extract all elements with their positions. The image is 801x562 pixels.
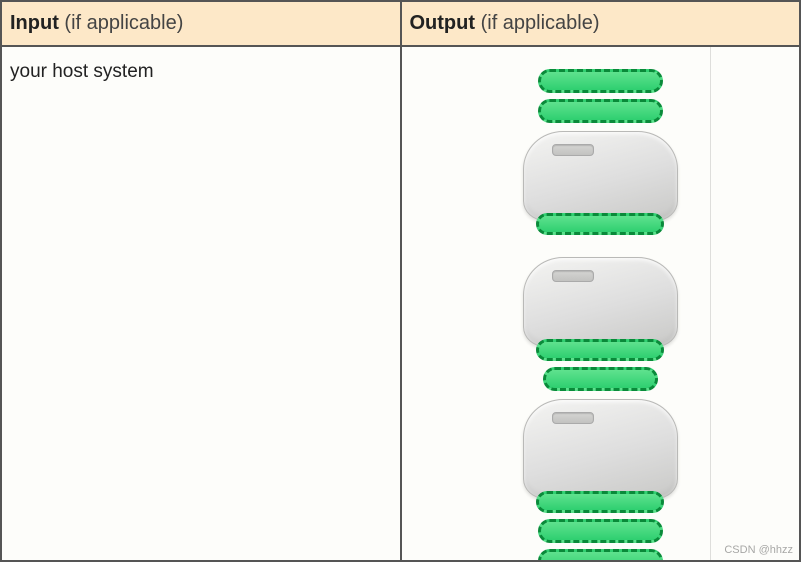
output-graphic-stack: [410, 61, 792, 560]
green-pill: [538, 69, 663, 93]
green-pill: [536, 491, 664, 513]
watermark-text: CSDN @hhzz: [724, 544, 793, 556]
input-header: Input (if applicable): [2, 2, 400, 47]
input-column: Input (if applicable) your host system: [2, 2, 402, 560]
output-header-bold: Output: [410, 12, 476, 34]
panel-slot-icon: [552, 412, 594, 424]
green-pill: [538, 549, 663, 560]
input-header-bold: Input: [10, 12, 59, 34]
green-pill: [538, 99, 663, 123]
output-header-rest: (if applicable): [475, 12, 600, 34]
io-table: Input (if applicable) your host system O…: [0, 0, 801, 562]
grey-panel: [523, 131, 678, 221]
panel-slot-icon: [552, 270, 594, 282]
green-pill: [536, 339, 664, 361]
green-pill: [543, 367, 658, 391]
input-header-rest: (if applicable): [59, 12, 184, 34]
green-pill: [536, 213, 664, 235]
vertical-rule: [710, 47, 711, 560]
panel-slot-icon: [552, 144, 594, 156]
input-text: your host system: [10, 61, 392, 83]
output-header: Output (if applicable): [402, 2, 800, 47]
green-pill: [538, 519, 663, 543]
input-body: your host system: [2, 47, 400, 560]
grey-panel: [523, 399, 678, 499]
output-body: [402, 47, 800, 560]
output-column: Output (if applicable): [402, 2, 800, 560]
grey-panel: [523, 257, 678, 347]
